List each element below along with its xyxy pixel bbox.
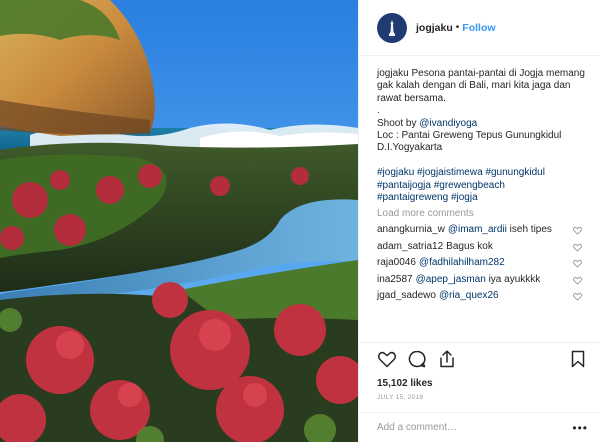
hashtag-link[interactable]: #pantaijogja — [377, 180, 431, 191]
comment-username[interactable]: jgad_sadewo — [377, 290, 436, 301]
comment-item: jgad_sadewo @ria_quex26 — [377, 290, 586, 302]
comment-item: raja0046 @fadhilahilham282 — [377, 257, 586, 269]
comment-mention[interactable]: @fadhilahilham282 — [419, 257, 505, 268]
post-photo[interactable] — [0, 0, 358, 442]
follow-button[interactable]: Follow — [462, 22, 495, 34]
comment-username[interactable]: ina2587 — [377, 274, 413, 285]
comment-mention[interactable]: @ria_quex26 — [439, 290, 499, 301]
caption-username[interactable]: jogjaku — [377, 68, 409, 79]
beach-photo-illustration — [0, 0, 358, 442]
hashtag-link[interactable]: #pantaigreweng — [377, 192, 448, 203]
caption-dot: . — [377, 105, 380, 117]
caption-location-2: D.I.Yogyakarta — [377, 142, 443, 154]
hashtag-link[interactable]: #jogjaistimewa — [417, 167, 483, 178]
add-comment-bar: ••• — [359, 412, 600, 442]
add-comment-input[interactable] — [377, 422, 573, 433]
caption-mention[interactable]: @ivandiyoga — [419, 118, 477, 129]
post-side-panel: jogjaku • Follow jogjaku Pesona pantai-p… — [358, 0, 600, 442]
comment-bubble-icon[interactable] — [407, 349, 427, 369]
comment-username[interactable]: anangkurnia_w — [377, 224, 445, 235]
hashtag-link[interactable]: #grewengbeach — [434, 180, 505, 191]
comment-mention[interactable]: @apep_jasman — [416, 274, 486, 285]
post-username[interactable]: jogjaku — [416, 22, 453, 34]
hashtag-link[interactable]: #gunungkidul — [485, 167, 545, 178]
load-more-comments-link[interactable]: Load more comments — [377, 208, 586, 220]
comment-mention[interactable]: @imam_ardii — [448, 224, 507, 235]
small-heart-icon[interactable] — [573, 243, 582, 252]
monument-avatar-icon[interactable] — [377, 12, 407, 43]
post-actions-bar — [359, 342, 600, 374]
bookmark-icon[interactable] — [568, 349, 588, 369]
comment-text: iya ayukkkk — [488, 273, 541, 285]
comment-username[interactable]: adam_satria12 — [377, 241, 443, 252]
small-heart-icon[interactable] — [573, 259, 582, 268]
instagram-post: jogjaku • Follow jogjaku Pesona pantai-p… — [0, 0, 600, 442]
separator-dot: • — [455, 22, 460, 33]
comment-text: iseh tipes — [509, 224, 552, 236]
small-heart-icon[interactable] — [573, 276, 582, 285]
comment-item: anangkurnia_w @imam_ardii iseh tipes — [377, 224, 586, 236]
hashtag-link[interactable]: #jogja — [451, 192, 478, 203]
small-heart-icon[interactable] — [573, 292, 582, 301]
comment-text: Bagus kok — [446, 240, 493, 252]
post-caption: jogjaku Pesona pantai-pantai di Jogja me… — [377, 68, 586, 204]
more-options-icon[interactable]: ••• — [572, 421, 588, 435]
caption-text: Pesona pantai-pantai di Jogja memang gak… — [377, 68, 585, 104]
comment-item: ina2587 @apep_jasman iya ayukkkk — [377, 274, 586, 286]
caption-location-1: Loc : Pantai Greweng Tepus Gunungkidul — [377, 130, 562, 142]
share-icon[interactable] — [437, 349, 457, 369]
comment-username[interactable]: raja0046 — [377, 257, 416, 268]
small-heart-icon[interactable] — [573, 226, 582, 236]
monument-icon — [389, 19, 395, 36]
hashtag-link[interactable]: #jogjaku — [377, 167, 414, 178]
likes-count[interactable]: 15,102 likes — [359, 374, 600, 392]
post-date[interactable]: JULY 15, 2018 — [359, 392, 600, 412]
comment-item: adam_satria12 Bagus kok — [377, 241, 586, 253]
shoot-label: Shoot by — [377, 117, 417, 129]
comments-feed[interactable]: jogjaku Pesona pantai-pantai di Jogja me… — [359, 56, 600, 342]
heart-icon[interactable] — [377, 349, 397, 369]
post-header: jogjaku • Follow — [359, 0, 600, 56]
